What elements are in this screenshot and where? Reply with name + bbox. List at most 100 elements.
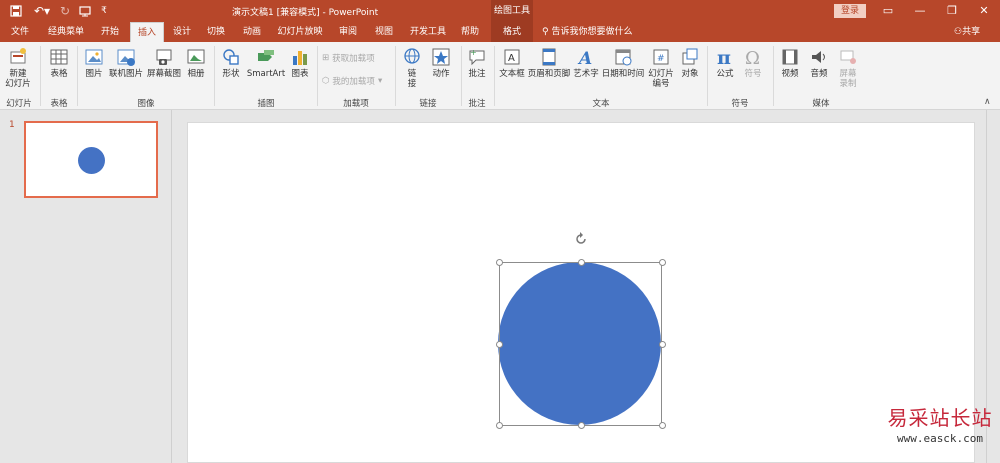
new-slide-button[interactable]: 新建 幻灯片 <box>4 47 32 89</box>
comment-icon: + <box>469 48 485 66</box>
tab-animations[interactable]: 动画 <box>238 22 266 42</box>
separator <box>77 46 78 106</box>
group-images: 图像 <box>137 99 155 109</box>
group-slides: 幻灯片 <box>6 99 32 109</box>
wordart-label: 艺术字 <box>573 69 599 79</box>
screen-record-button[interactable]: 屏幕 录制 <box>834 47 862 89</box>
resize-handle-n[interactable] <box>578 259 585 266</box>
resize-handle-ne[interactable] <box>659 259 666 266</box>
chart-button[interactable]: 图表 <box>288 47 312 79</box>
group-comments: 批注 <box>468 99 486 109</box>
tab-help[interactable]: 帮助 <box>456 22 484 42</box>
link-label: 链 接 <box>407 69 417 89</box>
online-picture-button[interactable]: 联机图片 <box>108 47 144 79</box>
slide-thumbnail[interactable] <box>24 121 158 198</box>
audio-button[interactable]: 音频 <box>806 47 832 79</box>
rotate-handle-icon[interactable] <box>574 232 588 246</box>
screenshot-icon <box>156 49 172 65</box>
datetime-button[interactable]: 日期和时间 <box>601 47 645 79</box>
tab-review[interactable]: 审阅 <box>334 22 362 42</box>
resize-handle-se[interactable] <box>659 422 666 429</box>
album-button[interactable]: 相册 <box>184 47 208 79</box>
customize-toolbar-icon[interactable]: ₹ <box>98 3 110 19</box>
tab-format[interactable]: 格式 <box>491 22 533 42</box>
slide-number-button[interactable]: # 幻灯片 编号 <box>646 47 676 89</box>
smartart-button[interactable]: SmartArt <box>246 47 286 79</box>
resize-handle-nw[interactable] <box>496 259 503 266</box>
slide-number: 1 <box>9 120 15 130</box>
get-addins-button[interactable]: ⊞ 获取加载项 <box>322 52 375 64</box>
tab-classic-menu[interactable]: 经典菜单 <box>44 22 88 42</box>
ribbon-insert: 新建 幻灯片 幻灯片 表格 表格 图片 联机图片 屏幕截图 相册 图像 形状 S… <box>0 42 1000 110</box>
resize-handle-e[interactable] <box>659 341 666 348</box>
group-symbols: 符号 <box>731 99 749 109</box>
title-bar: ↶▾ ↻ ₹ 演示文稿1 [兼容模式] - PowerPoint 绘图工具 登录… <box>0 0 1000 22</box>
video-icon <box>782 49 798 65</box>
album-icon <box>187 49 205 64</box>
tab-transitions[interactable]: 切换 <box>202 22 230 42</box>
shapes-button[interactable]: 形状 <box>218 47 244 79</box>
symbol-button[interactable]: Ω 符号 <box>740 47 766 79</box>
watermark-title: 易采站长站 <box>887 406 993 430</box>
group-addins: 加载项 <box>343 99 369 109</box>
header-footer-button[interactable]: 页眉和页脚 <box>527 47 571 79</box>
separator <box>494 46 495 106</box>
screen-record-label: 屏幕 录制 <box>839 69 857 89</box>
redo-icon[interactable]: ↻ <box>58 3 72 19</box>
tab-home[interactable]: 开始 <box>96 22 124 42</box>
svg-text:π: π <box>717 47 731 67</box>
tab-slideshow[interactable]: 幻灯片放映 <box>274 22 326 42</box>
minimize-icon[interactable]: — <box>910 3 930 19</box>
new-slide-icon <box>10 48 26 64</box>
object-button[interactable]: 对象 <box>678 47 702 79</box>
separator <box>214 46 215 106</box>
group-tables: 表格 <box>50 99 68 109</box>
tell-me-search[interactable]: ⚲ 告诉我你想要做什么 <box>542 22 632 42</box>
online-picture-icon <box>117 49 135 66</box>
comment-button[interactable]: + 批注 <box>464 47 490 79</box>
share-label: 共享 <box>962 27 981 37</box>
separator <box>773 46 774 106</box>
pi-icon: π <box>717 47 731 67</box>
tell-me-text: 告诉我你想要做什么 <box>551 27 633 37</box>
tab-design[interactable]: 设计 <box>168 22 196 42</box>
collapse-ribbon-icon[interactable]: ∧ <box>984 97 991 107</box>
tab-insert[interactable]: 插入 <box>130 22 164 42</box>
group-illustrations: 插图 <box>257 99 275 109</box>
action-star-icon <box>432 48 450 66</box>
tab-file[interactable]: 文件 <box>6 22 34 42</box>
restore-icon[interactable]: ❐ <box>942 3 962 19</box>
close-icon[interactable]: ✕ <box>974 3 994 19</box>
tab-developer[interactable]: 开发工具 <box>406 22 450 42</box>
textbox-button[interactable]: A 文本框 <box>498 47 526 79</box>
resize-handle-s[interactable] <box>578 422 585 429</box>
link-button[interactable]: 链 接 <box>400 47 424 89</box>
action-button[interactable]: 动作 <box>428 47 454 79</box>
wordart-button[interactable]: A 艺术字 <box>572 47 600 79</box>
header-footer-icon <box>542 48 556 66</box>
video-button[interactable]: 视频 <box>778 47 802 79</box>
start-slideshow-icon[interactable] <box>77 3 93 19</box>
slide-canvas[interactable] <box>187 122 975 463</box>
resize-handle-sw[interactable] <box>496 422 503 429</box>
ribbon-display-icon[interactable]: ▭ <box>878 3 898 19</box>
group-media: 媒体 <box>812 99 830 109</box>
thumbnail-circle <box>78 147 105 174</box>
equation-button[interactable]: π 公式 <box>712 47 738 79</box>
speaker-icon <box>812 51 825 63</box>
resize-handle-w[interactable] <box>496 341 503 348</box>
separator <box>461 46 462 106</box>
login-button[interactable]: 登录 <box>834 4 866 18</box>
my-addins-button[interactable]: ⬡ 我的加载项 ▾ <box>322 75 382 87</box>
undo-icon[interactable]: ↶▾ <box>32 3 52 19</box>
picture-button[interactable]: 图片 <box>82 47 106 79</box>
album-label: 相册 <box>187 69 205 79</box>
equation-label: 公式 <box>716 69 734 79</box>
share-button[interactable]: ⚇共享 <box>954 22 980 42</box>
save-icon[interactable] <box>8 3 24 19</box>
screenshot-button[interactable]: 屏幕截图 <box>146 47 182 79</box>
tab-view[interactable]: 视图 <box>370 22 398 42</box>
table-button[interactable]: 表格 <box>46 47 72 79</box>
comment-label: 批注 <box>468 69 486 79</box>
svg-text:Ω: Ω <box>745 48 760 67</box>
